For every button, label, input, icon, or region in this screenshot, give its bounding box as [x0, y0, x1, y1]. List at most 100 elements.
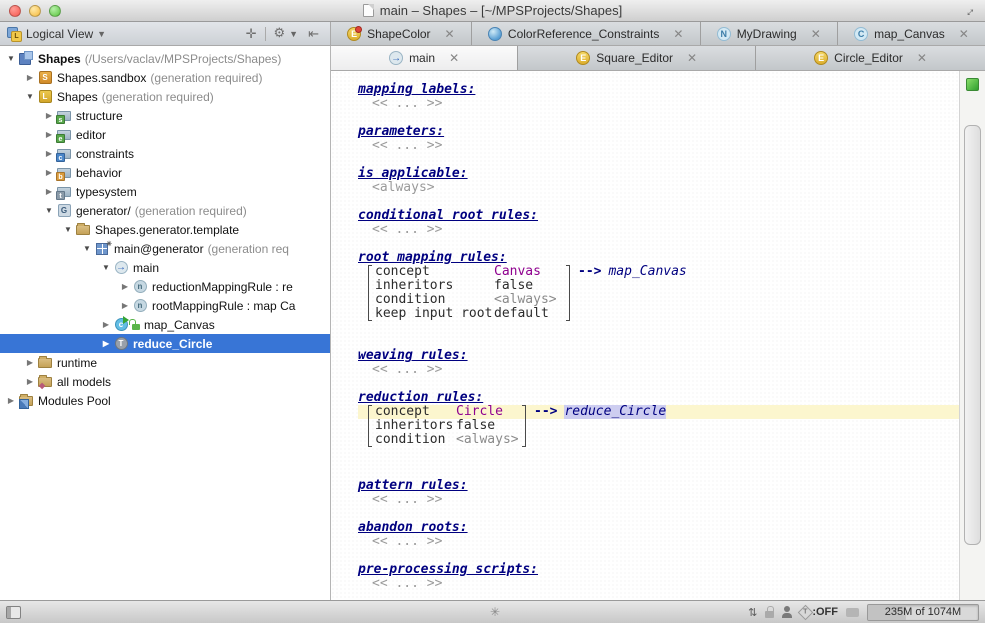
rule-value[interactable]: default: [494, 307, 566, 321]
rule-row-concept[interactable]: conceptCircle-->reduce_Circle: [358, 405, 959, 419]
tree-item-Shapes[interactable]: ▼Shapes(/Users/vaclav/MPSProjects/Shapes…: [0, 49, 330, 68]
chevron-down-icon[interactable]: ▼: [97, 29, 106, 39]
expand-arrow-icon[interactable]: ▶: [99, 320, 113, 329]
expand-arrow-icon[interactable]: ▶: [118, 301, 132, 310]
tab-ShapeColor[interactable]: EShapeColor✕: [331, 22, 472, 45]
rule-target[interactable]: reduce_Circle: [564, 405, 666, 419]
rule-value[interactable]: Canvas: [494, 265, 566, 279]
close-icon[interactable]: ✕: [687, 51, 697, 65]
lock-icon[interactable]: [765, 611, 774, 618]
collapse-arrow-icon[interactable]: ▼: [4, 54, 18, 63]
rule-value[interactable]: false: [456, 419, 522, 433]
rule-value[interactable]: false: [494, 279, 566, 293]
tab-ColorReference_Constraints[interactable]: ColorReference_Constraints✕: [472, 22, 701, 45]
gear-icon[interactable]: ⚙▼: [269, 23, 304, 44]
background-tasks-icon[interactable]: ✳: [490, 605, 500, 619]
expand-arrow-icon[interactable]: ▶: [118, 282, 132, 291]
expand-arrow-icon[interactable]: ▶: [42, 149, 56, 158]
hide-panel-icon[interactable]: ⇤: [303, 24, 324, 44]
placeholder-cell[interactable]: << ... >>: [358, 535, 959, 549]
expand-arrow-icon[interactable]: ▶: [23, 358, 37, 367]
placeholder-cell[interactable]: << ... >>: [358, 493, 959, 507]
expand-arrow-icon[interactable]: ▶: [99, 339, 113, 348]
rule-target[interactable]: map_Canvas: [608, 265, 686, 279]
tab-Circle_Editor[interactable]: ECircle_Editor✕: [756, 46, 985, 70]
tree-item-Shapes-sandbox[interactable]: ▶SShapes.sandbox(generation required): [0, 68, 330, 87]
scrollbar-thumb[interactable]: [964, 125, 981, 545]
collapse-arrow-icon[interactable]: ▼: [99, 263, 113, 272]
rule-row-concept[interactable]: conceptCanvas-->map_Canvas: [358, 265, 959, 279]
close-icon[interactable]: ✕: [673, 27, 683, 41]
tree-item-typesystem[interactable]: ▶ttypesystem: [0, 182, 330, 201]
placeholder-cell[interactable]: << ... >>: [358, 97, 959, 111]
collapse-arrow-icon[interactable]: ▼: [23, 92, 37, 101]
rule-row-keep-input-root[interactable]: keep input rootdefault: [358, 307, 959, 321]
statusbar-arrows-icon[interactable]: ⇅: [748, 606, 757, 619]
tree-item-all-models[interactable]: ▶all models: [0, 372, 330, 391]
tab-map_Canvas[interactable]: Cmap_Canvas✕: [838, 22, 985, 45]
tree-item-generator-[interactable]: ▼Ggenerator/(generation required): [0, 201, 330, 220]
close-icon[interactable]: ✕: [917, 51, 927, 65]
section-title[interactable]: is applicable:: [358, 167, 959, 181]
mapping-configuration-editor[interactable]: mapping labels:<< ... >>parameters:<< ..…: [331, 71, 959, 600]
hector-inspector-icon[interactable]: [782, 606, 792, 618]
rule-row-condition[interactable]: condition<always>: [358, 433, 959, 447]
expand-arrow-icon[interactable]: ▶: [42, 111, 56, 120]
rule-row-inheritors[interactable]: inheritorsfalse: [358, 279, 959, 293]
section-title[interactable]: pre-processing scripts:: [358, 563, 959, 577]
tree-item-behavior[interactable]: ▶bbehavior: [0, 163, 330, 182]
tree-item-Shapes[interactable]: ▼LShapes(generation required): [0, 87, 330, 106]
collapse-arrow-icon[interactable]: ▼: [80, 244, 94, 253]
tab-main[interactable]: →main✕: [331, 46, 518, 71]
section-title[interactable]: pattern rules:: [358, 479, 959, 493]
section-title[interactable]: mapping labels:: [358, 83, 959, 97]
placeholder-cell[interactable]: <always>: [358, 181, 959, 195]
rule-value[interactable]: <always>: [456, 433, 522, 447]
event-log-balloon-icon[interactable]: [846, 608, 859, 617]
view-selector[interactable]: Logical View: [26, 27, 93, 41]
scroll-to-source-icon[interactable]: ✛: [241, 24, 262, 44]
rule-value[interactable]: Circle: [456, 405, 522, 419]
placeholder-cell[interactable]: << ... >>: [358, 139, 959, 153]
tree-item-Modules-Pool[interactable]: ▶Modules Pool: [0, 391, 330, 410]
expand-arrow-icon[interactable]: ▶: [42, 168, 56, 177]
tree-item-main-generator[interactable]: ▼main@generator(generation req: [0, 239, 330, 258]
expand-arrow-icon[interactable]: ▶: [4, 396, 18, 405]
placeholder-cell[interactable]: << ... >>: [358, 223, 959, 237]
tree-item-runtime[interactable]: ▶runtime: [0, 353, 330, 372]
expand-arrow-icon[interactable]: ▶: [42, 187, 56, 196]
close-icon[interactable]: ✕: [811, 27, 821, 41]
tree-item-editor[interactable]: ▶eeditor: [0, 125, 330, 144]
typing-assist-indicator[interactable]: T :OFF: [800, 606, 838, 618]
placeholder-cell[interactable]: << ... >>: [358, 577, 959, 591]
section-title[interactable]: abandon roots:: [358, 521, 959, 535]
tree-item-structure[interactable]: ▶sstructure: [0, 106, 330, 125]
section-title[interactable]: root mapping rules:: [358, 251, 959, 265]
section-title[interactable]: conditional root rules:: [358, 209, 959, 223]
collapse-arrow-icon[interactable]: ▼: [61, 225, 75, 234]
rule-value[interactable]: <always>: [494, 293, 566, 307]
rule-row-inheritors[interactable]: inheritorsfalse: [358, 419, 959, 433]
section-title[interactable]: weaving rules:: [358, 349, 959, 363]
close-icon[interactable]: ✕: [959, 27, 969, 41]
tree-item-reductionMappingRule-re[interactable]: ▶nreductionMappingRule : re: [0, 277, 330, 296]
close-icon[interactable]: ✕: [445, 27, 455, 41]
placeholder-cell[interactable]: << ... >>: [358, 363, 959, 377]
tab-MyDrawing[interactable]: NMyDrawing✕: [701, 22, 838, 45]
tab-Square_Editor[interactable]: ESquare_Editor✕: [518, 46, 756, 70]
section-title[interactable]: reduction rules:: [358, 391, 959, 405]
expand-arrow-icon[interactable]: ▶: [42, 130, 56, 139]
memory-indicator[interactable]: 235M of 1074M: [867, 604, 979, 621]
section-title[interactable]: parameters:: [358, 125, 959, 139]
tree-item-main[interactable]: ▼→main: [0, 258, 330, 277]
expand-arrow-icon[interactable]: ▶: [23, 73, 37, 82]
tree-item-rootMappingRule-map-Ca[interactable]: ▶nrootMappingRule : map Ca: [0, 296, 330, 315]
tree-item-reduce_Circle[interactable]: ▶Treduce_Circle: [0, 334, 330, 353]
tree-item-constraints[interactable]: ▶cconstraints: [0, 144, 330, 163]
expand-arrow-icon[interactable]: ▶: [23, 377, 37, 386]
editor-scrollbar-track[interactable]: [959, 71, 985, 600]
toggle-toolwindows-icon[interactable]: [6, 606, 21, 619]
tree-item-map_Canvas[interactable]: ▶cmap_Canvas: [0, 315, 330, 334]
rule-row-condition[interactable]: condition<always>: [358, 293, 959, 307]
close-icon[interactable]: ✕: [449, 51, 459, 65]
